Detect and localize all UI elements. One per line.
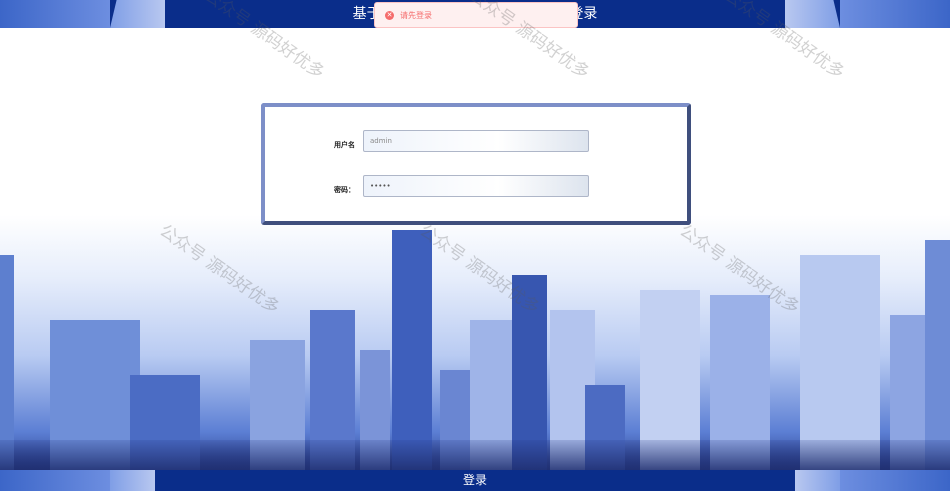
footer-bar: 登录	[0, 470, 950, 491]
toast-message: 请先登录	[400, 10, 432, 20]
login-button[interactable]: 登录	[445, 470, 505, 491]
footer-decoration-right-inner	[795, 470, 840, 491]
error-circle-icon: ✕	[385, 10, 394, 20]
footer-decoration-left	[0, 470, 110, 491]
username-input[interactable]: admin	[363, 130, 589, 152]
error-toast: ✕ 请先登录	[374, 2, 578, 28]
login-form-card: 用户名 admin 密码： •••••	[261, 103, 691, 225]
footer-decoration-left-inner	[110, 470, 155, 491]
footer-decoration-right	[840, 470, 950, 491]
password-input[interactable]: •••••	[363, 175, 589, 197]
city-background-image	[0, 215, 950, 470]
password-label: 密码：	[334, 186, 355, 194]
username-label: 用户名	[334, 141, 355, 149]
